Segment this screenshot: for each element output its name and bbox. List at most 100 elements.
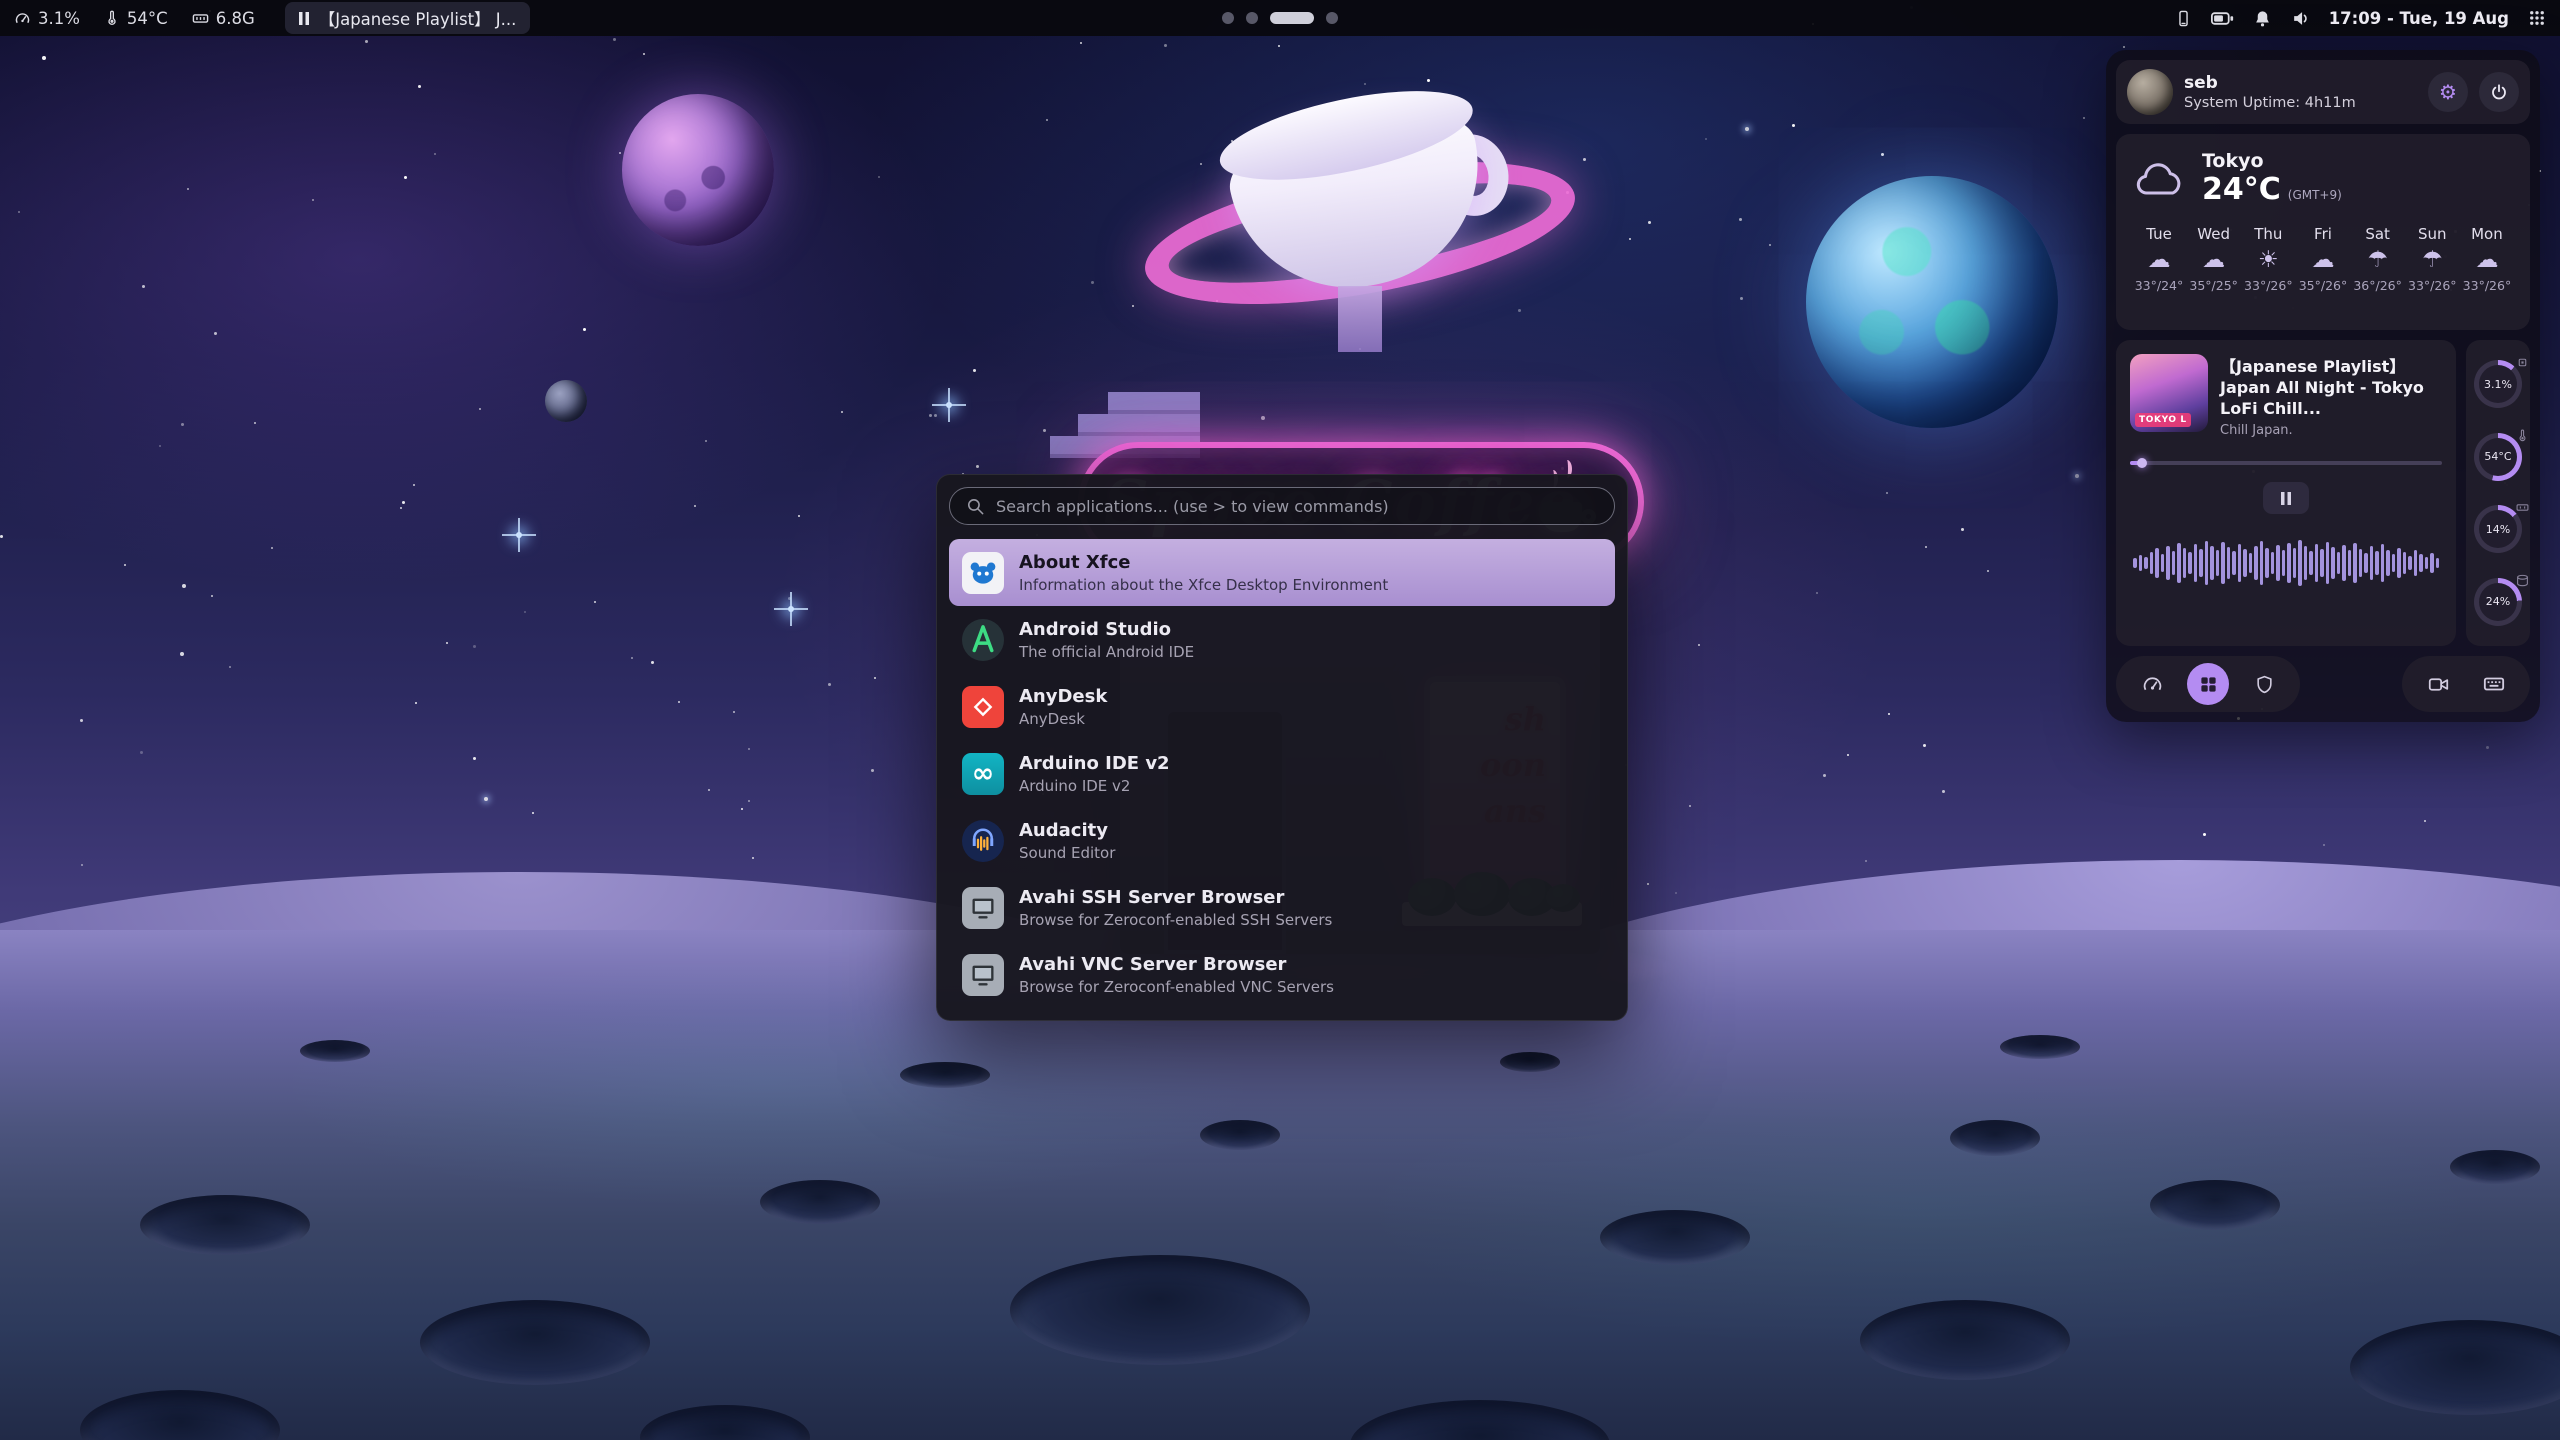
forecast-day: Sun☂33°/26° <box>2405 225 2459 293</box>
xfce-icon <box>962 552 1004 594</box>
cpu-icon <box>2516 356 2529 369</box>
search-input[interactable] <box>996 497 1598 516</box>
forecast-row: Tue☁33°/24° Wed☁35°/25° Thu☀33°/26° Fri☁… <box>2132 225 2514 293</box>
arduino-icon: ∞ <box>962 753 1004 795</box>
apps-grid-icon[interactable] <box>2528 9 2546 27</box>
now-playing-widget[interactable]: 【Japanese Playlist】 J... <box>285 2 531 34</box>
memory-stat[interactable]: 6.8G <box>192 9 255 28</box>
app-row-audacity[interactable]: AudacitySound Editor <box>949 807 1615 874</box>
forecast-day: Sat☂36°/26° <box>2351 225 2405 293</box>
small-moon <box>545 380 587 422</box>
server-browser-icon <box>962 954 1004 996</box>
app-row-about-xfce[interactable]: About XfceInformation about the Xfce Des… <box>949 539 1615 606</box>
search-icon <box>966 497 985 516</box>
app-row-android-studio[interactable]: Android StudioThe official Android IDE <box>949 606 1615 673</box>
power-icon <box>2490 83 2508 101</box>
album-art: TOKYO L <box>2130 354 2208 432</box>
app-list: About XfceInformation about the Xfce Des… <box>949 539 1615 1008</box>
volume-icon[interactable] <box>2291 9 2310 28</box>
weather-card: Tokyo 24°C (GMT+9) Tue☁33°/24° Wed☁35°/2… <box>2116 134 2530 330</box>
quick-actions <box>2116 656 2530 712</box>
shield-icon <box>2255 675 2274 694</box>
android-studio-icon <box>962 619 1004 661</box>
gear-icon: ⚙ <box>2439 80 2457 104</box>
avatar <box>2127 69 2173 115</box>
speedometer-icon <box>2142 674 2163 695</box>
power-button[interactable] <box>2479 72 2519 112</box>
anydesk-icon <box>962 686 1004 728</box>
bright-star <box>946 402 952 408</box>
thermometer-icon <box>104 10 120 26</box>
memory-gauge: 14% <box>2474 505 2522 553</box>
app-launcher: About XfceInformation about the Xfce Des… <box>936 474 1628 1021</box>
app-row-arduino[interactable]: ∞ Arduino IDE v2Arduino IDE v2 <box>949 740 1615 807</box>
server-browser-icon <box>962 887 1004 929</box>
uptime: System Uptime: 4h11m <box>2184 95 2356 111</box>
keyboard-button[interactable] <box>2473 663 2515 705</box>
performance-button[interactable] <box>2131 663 2173 705</box>
memory-icon <box>2516 501 2529 514</box>
username: seb <box>2184 73 2356 93</box>
forecast-day: Wed☁35°/25° <box>2187 225 2241 293</box>
screencast-button[interactable] <box>2417 663 2459 705</box>
weather-icon: ☂ <box>2367 249 2388 272</box>
app-row-avahi-vnc[interactable]: Avahi VNC Server BrowserBrowse for Zeroc… <box>949 941 1615 1008</box>
play-pause-button[interactable] <box>2263 482 2309 514</box>
bright-star <box>788 606 794 612</box>
clock[interactable]: 17:09 - Tue, 19 Aug <box>2329 9 2509 28</box>
weather-icon: ☁ <box>2148 249 2171 272</box>
weather-city: Tokyo <box>2202 150 2342 172</box>
workspace-dot-active[interactable] <box>1270 12 1314 24</box>
apps-grid-icon <box>2199 675 2218 694</box>
forecast-day: Tue☁33°/24° <box>2132 225 2186 293</box>
forecast-day: Mon☁33°/26° <box>2460 225 2514 293</box>
bright-star <box>516 532 522 538</box>
weather-icon: ☁ <box>2311 249 2334 272</box>
cloud-icon <box>2132 159 2188 199</box>
workspace-dot[interactable] <box>1326 12 1338 24</box>
cpu-stat[interactable]: 3.1% <box>14 9 80 28</box>
weather-icon: ☁ <box>2475 249 2498 272</box>
privacy-button[interactable] <box>2243 663 2285 705</box>
cpu-icon <box>14 10 31 27</box>
settings-button[interactable]: ⚙ <box>2428 72 2468 112</box>
system-gauges: 3.1% 54°C 14% 24% <box>2466 340 2530 646</box>
workspace-dot[interactable] <box>1246 12 1258 24</box>
saturn-cup <box>1220 90 1500 310</box>
audacity-icon <box>962 820 1004 862</box>
keyboard-icon <box>2483 673 2505 695</box>
app-row-anydesk[interactable]: AnyDeskAnyDesk <box>949 673 1615 740</box>
bell-icon[interactable] <box>2253 9 2272 28</box>
side-panel: seb System Uptime: 4h11m ⚙ Tokyo 24°C (G… <box>2106 50 2540 722</box>
search-box[interactable] <box>949 487 1615 525</box>
weather-icon: ☁ <box>2202 249 2225 272</box>
waveform-bars <box>2130 530 2442 596</box>
seek-knob[interactable] <box>2137 458 2147 468</box>
media-player-card: TOKYO L 【Japanese Playlist】 Japan All Ni… <box>2116 340 2456 646</box>
purple-planet <box>622 94 774 246</box>
forecast-day: Thu☀33°/26° <box>2241 225 2295 293</box>
forecast-day: Fri☁35°/26° <box>2296 225 2350 293</box>
weather-icon: ☀ <box>2258 249 2279 272</box>
seek-bar[interactable] <box>2130 458 2442 468</box>
video-camera-icon <box>2428 674 2449 695</box>
track-artist: Chill Japan. <box>2220 423 2442 438</box>
desktop: Space Coffee sh oon ans <box>0 0 2560 1440</box>
apps-button[interactable] <box>2187 663 2229 705</box>
pause-icon <box>2281 492 2291 505</box>
memory-icon <box>192 10 209 27</box>
app-row-avahi-ssh[interactable]: Avahi SSH Server BrowserBrowse for Zeroc… <box>949 874 1615 941</box>
cpu-gauge: 3.1% <box>2474 360 2522 408</box>
top-bar: 3.1% 54°C 6.8G 【Japanese Playlist】 J... … <box>0 0 2560 36</box>
workspace-indicator <box>1222 12 1338 24</box>
track-title: 【Japanese Playlist】 Japan All Night - To… <box>2220 356 2442 419</box>
temperature-gauge: 54°C <box>2474 433 2522 481</box>
disk-icon <box>2516 574 2529 587</box>
workspace-dot[interactable] <box>1222 12 1234 24</box>
disk-gauge: 24% <box>2474 578 2522 626</box>
thermometer-icon <box>2516 429 2529 442</box>
phone-icon[interactable] <box>2175 10 2192 27</box>
battery-icon[interactable] <box>2211 12 2234 25</box>
temperature-stat[interactable]: 54°C <box>104 9 168 28</box>
earth-planet <box>1806 176 2058 428</box>
